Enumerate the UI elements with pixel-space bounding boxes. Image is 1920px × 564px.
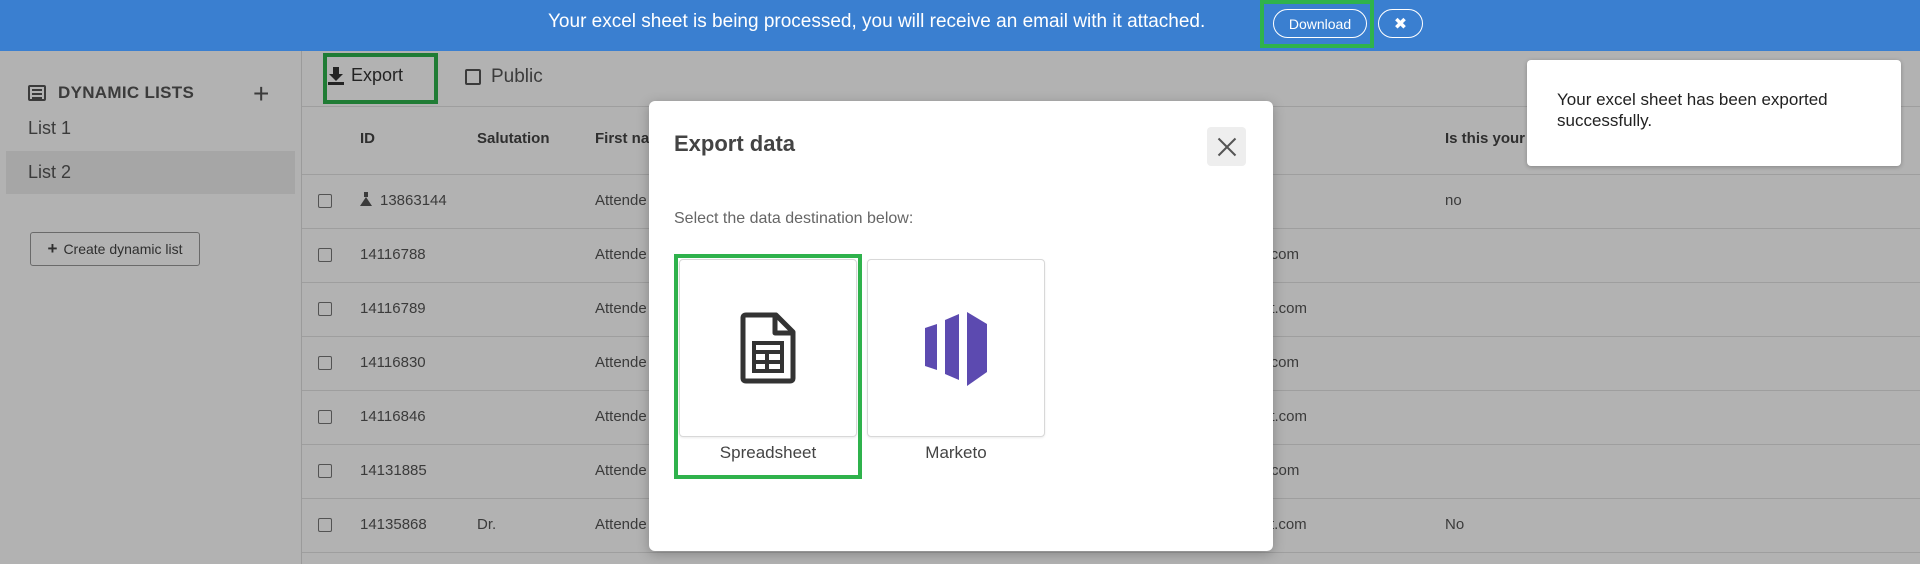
- modal-title: Export data: [674, 131, 796, 156]
- spreadsheet-icon: [740, 312, 796, 384]
- close-icon: [1217, 137, 1237, 157]
- close-banner-button[interactable]: ✖: [1378, 9, 1423, 38]
- download-button[interactable]: Download: [1273, 9, 1367, 38]
- destination-label: Marketo: [925, 443, 987, 462]
- toast-message: Your excel sheet has been exported succe…: [1557, 90, 1828, 130]
- close-icon: ✖: [1393, 15, 1408, 33]
- success-toast: Your excel sheet has been exported succe…: [1527, 60, 1901, 166]
- modal-subtitle: Select the data destination below:: [674, 210, 914, 227]
- notification-banner: Your excel sheet is being processed, you…: [0, 0, 1920, 51]
- destination-spreadsheet[interactable]: Spreadsheet: [679, 259, 857, 463]
- destination-marketo[interactable]: Marketo: [867, 259, 1045, 463]
- export-data-modal: Export data Select the data destination …: [649, 101, 1273, 551]
- marketo-tile[interactable]: [867, 259, 1045, 437]
- spreadsheet-tile[interactable]: [679, 259, 857, 437]
- modal-close-button[interactable]: [1207, 127, 1246, 166]
- marketo-logo: [925, 312, 987, 386]
- banner-message: Your excel sheet is being processed, you…: [548, 11, 1206, 32]
- destination-label: Spreadsheet: [719, 443, 817, 462]
